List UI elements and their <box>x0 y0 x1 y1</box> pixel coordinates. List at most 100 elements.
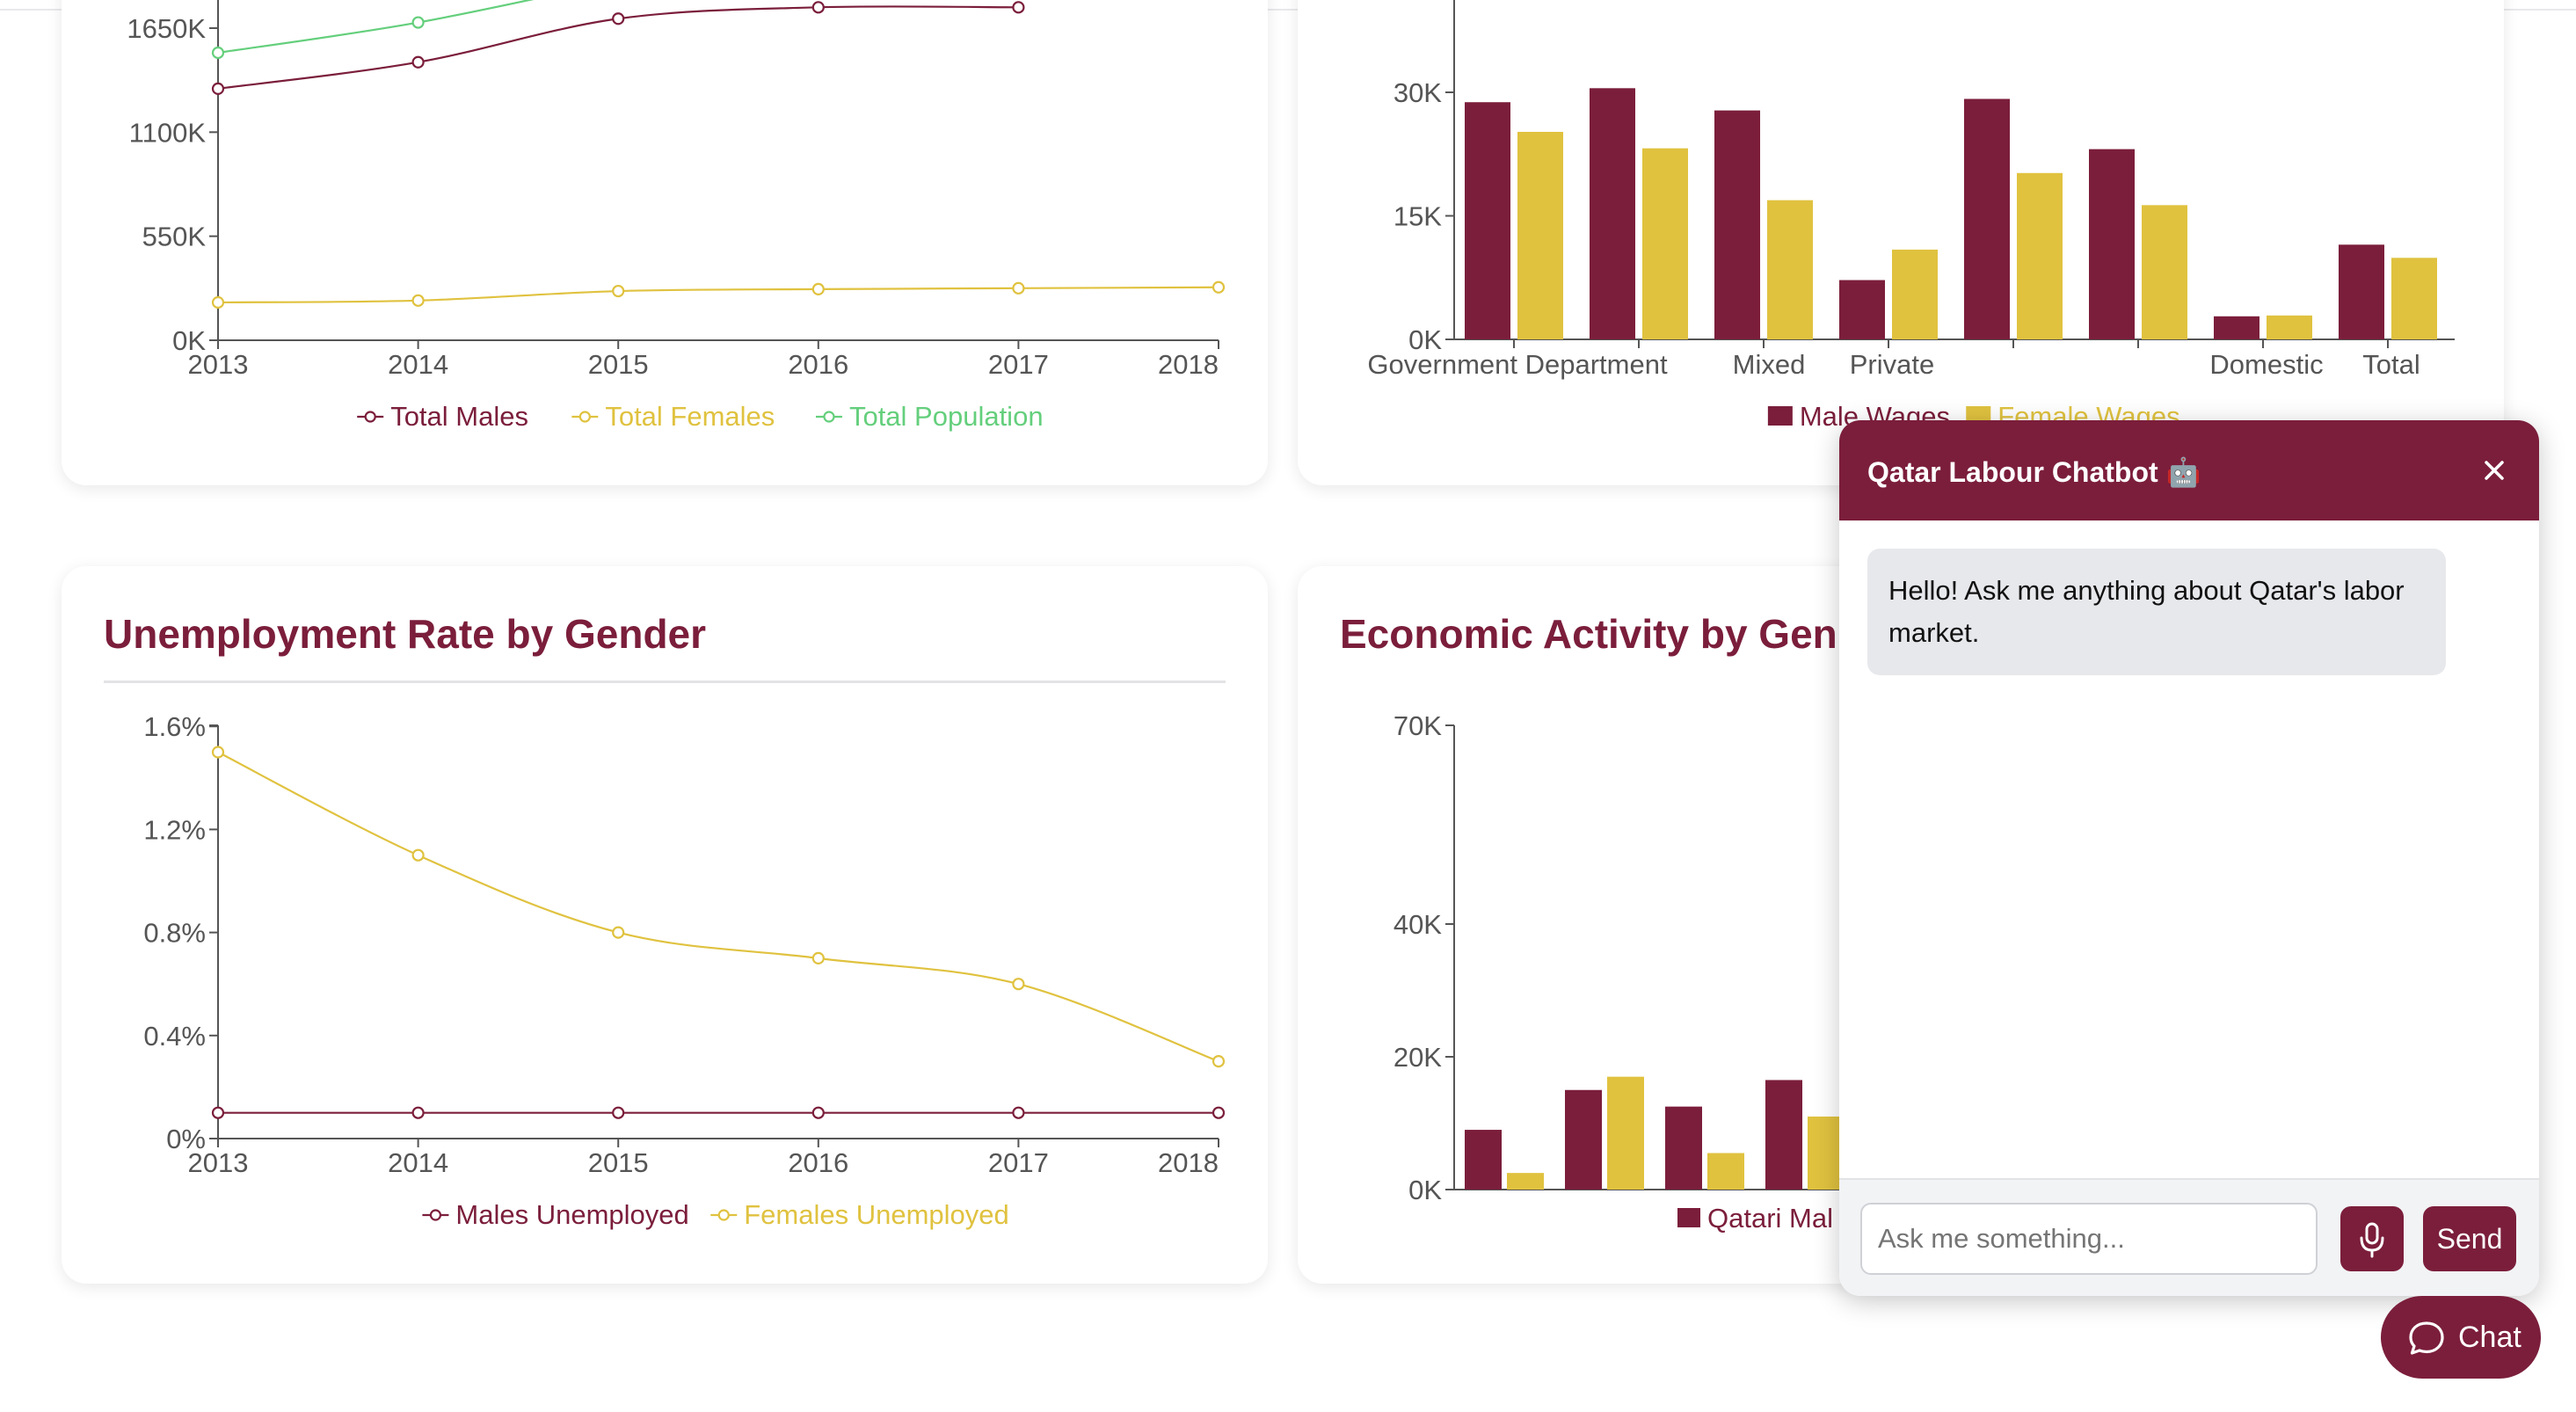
population-chart: 0K550K1100K1650K2013 2014 2015 2016 2017 2018… <box>127 0 1226 432</box>
data-point <box>211 46 225 60</box>
legend-marker-dot <box>717 1209 730 1221</box>
series-line-1 <box>217 286 1219 304</box>
data-point <box>1012 281 1025 295</box>
microphone-icon <box>2360 1222 2384 1258</box>
series-line-1 <box>217 751 1219 1063</box>
bar <box>1714 110 1760 339</box>
data-point <box>1212 280 1226 294</box>
y-tick-label: 1.2% <box>143 814 206 845</box>
bar <box>1765 1080 1802 1190</box>
legend-marker-dot <box>579 411 591 423</box>
x-tick-label: 2015 <box>588 1147 649 1178</box>
bar <box>1590 88 1635 340</box>
data-point <box>411 294 425 307</box>
bar <box>1964 98 2010 339</box>
data-point <box>211 1106 225 1119</box>
x-tick-label: 2014 <box>388 349 448 380</box>
y-tick-label: 30K <box>1394 77 1442 108</box>
chatbot-panel: Qatar Labour Chatbot 🤖 Hello! Ask me any… <box>1839 420 2539 1296</box>
wages-card: 0K 15K 30K Government Department Mixed Privat… <box>1298 0 2504 485</box>
bar <box>2339 244 2384 339</box>
legend-marker-dot <box>364 411 376 423</box>
x-tick-label: Private <box>1850 349 1934 380</box>
close-button[interactable] <box>2472 448 2516 492</box>
legend-label: Females Unemployed <box>744 1199 1009 1230</box>
x-tick-label: Domestic <box>2209 349 2323 380</box>
bar <box>1465 102 1510 340</box>
bot-message: Hello! Ask me anything about Qatar's lab… <box>1867 549 2446 675</box>
data-point <box>411 16 425 29</box>
legend-swatch <box>1677 1208 1700 1227</box>
bar <box>1607 1076 1644 1190</box>
data-point <box>1212 1054 1226 1068</box>
y-tick-label: 1100K <box>129 117 207 148</box>
data-point <box>811 951 825 964</box>
chat-input[interactable] <box>1860 1203 2318 1275</box>
chat-input-bar: Send <box>1839 1178 2539 1296</box>
x-tick-label: 2014 <box>388 1147 448 1178</box>
y-tick-label: 0.4% <box>143 1021 206 1052</box>
x-tick-label: 2013 <box>188 349 249 380</box>
legend-label: Males Unemployed <box>455 1199 688 1230</box>
legend-label: Total Males <box>390 401 528 432</box>
bar <box>2142 205 2187 339</box>
x-tick-label: Mixed <box>1733 349 1806 380</box>
x-tick-label: 2017 <box>988 349 1049 380</box>
data-point <box>612 12 625 25</box>
bar <box>2089 149 2135 339</box>
data-point <box>411 848 425 862</box>
bar <box>1507 1173 1544 1190</box>
bar <box>1767 200 1813 339</box>
population-card: 0K 550K 1100K 1650K 2013 2014 2015 2016 2017 2018… <box>62 0 1268 485</box>
chat-toggle-label: Chat <box>2458 1321 2521 1354</box>
y-tick-label: 70K <box>1394 710 1442 741</box>
y-tick-label: 20K <box>1394 1042 1442 1073</box>
data-point <box>211 82 225 95</box>
bar <box>2017 172 2063 339</box>
bar <box>1892 249 1938 339</box>
data-point <box>612 1106 625 1119</box>
unemployment-card: Unemployment Rate by Gender 0% 0.4% 0.8% 1.… <box>62 566 1268 1284</box>
bar <box>1665 1106 1702 1190</box>
x-tick-label: Government Department <box>1367 349 1668 380</box>
close-icon <box>2485 461 2504 480</box>
chatbot-title: Qatar Labour Chatbot 🤖 <box>1867 456 2201 488</box>
data-point <box>411 1106 425 1119</box>
data-point <box>1012 978 1025 991</box>
x-tick-label: 2018 <box>1158 349 1219 380</box>
data-point <box>211 746 225 759</box>
unemployment-chart: 0%0.4%0.8%1.2%1.6%2013 2014 2015 2016 2017 20… <box>143 711 1226 1230</box>
data-point <box>612 284 625 298</box>
x-tick-label: 2017 <box>988 1147 1049 1178</box>
data-point <box>811 1106 825 1119</box>
data-point <box>211 295 225 309</box>
bar <box>2391 258 2437 339</box>
data-point <box>411 55 425 69</box>
y-tick-label: 15K <box>1394 201 1442 232</box>
data-point <box>811 282 825 296</box>
y-tick-label: 1650K <box>127 13 206 44</box>
chat-toggle-button[interactable]: Chat <box>2381 1296 2541 1379</box>
y-tick-label: 40K <box>1394 909 1442 940</box>
microphone-button[interactable] <box>2340 1206 2404 1271</box>
bar <box>1565 1089 1602 1190</box>
legend-label: Total Females <box>605 401 775 432</box>
legend-label: Qatari Mal <box>1707 1203 1833 1234</box>
bar <box>1465 1130 1502 1190</box>
bar <box>1642 148 1688 339</box>
x-tick-label: 2013 <box>188 1147 249 1178</box>
y-tick-label: 0K <box>1408 1175 1442 1205</box>
x-tick-label: 2016 <box>788 1147 848 1178</box>
y-tick-label: 550K <box>142 222 207 252</box>
chat-bubble-icon <box>2409 1321 2444 1355</box>
data-point <box>1212 1106 1226 1119</box>
legend-swatch <box>1767 406 1793 426</box>
send-button[interactable]: Send <box>2423 1206 2516 1271</box>
chatbot-header: Qatar Labour Chatbot 🤖 <box>1839 420 2539 520</box>
bar <box>1707 1153 1744 1190</box>
wages-chart: 0K15K30KGovernment Department Mixed Privat… <box>1367 0 2455 432</box>
data-point <box>1012 1106 1025 1119</box>
bar <box>1517 131 1563 339</box>
legend-marker-dot <box>823 411 835 423</box>
x-tick-label: 2016 <box>788 349 848 380</box>
